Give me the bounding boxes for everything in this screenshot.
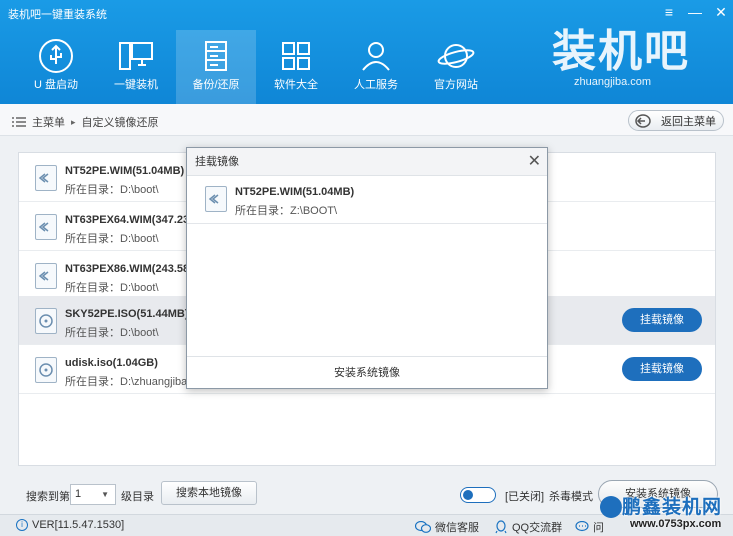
back-arrow-icon — [635, 113, 651, 128]
nav-label: 一键装机 — [114, 79, 158, 91]
iso-disc-icon — [35, 308, 57, 334]
qq-icon — [495, 520, 507, 534]
image-path: 所在目录：D:\boot\ — [65, 184, 159, 196]
list-icon — [12, 117, 26, 127]
image-name: SKY52PE.ISO(51.44MB) — [65, 308, 189, 320]
nav-label: 官方网站 — [434, 79, 478, 91]
image-path: 所在目录：D:\boot\ — [65, 327, 159, 339]
nav-label: 备份/还原 — [192, 79, 240, 91]
nav-software[interactable]: 软件大全 — [256, 30, 336, 104]
title-header: 装机吧一键重装系统 ≡ — ✕ U 盘启动 一键装机 备份/还原 软件大全 人工… — [0, 0, 733, 104]
nav-backup-restore[interactable]: 备份/还原 — [176, 30, 256, 104]
back-to-menu-button[interactable]: 返回主菜单 — [628, 110, 724, 131]
search-depth-label: 搜索到第 — [26, 491, 70, 503]
image-path: 所在目录：D:\boot\ — [65, 282, 159, 294]
image-name: NT63PEX64.WIM(347.23M — [65, 214, 199, 226]
image-name: NT52PE.WIM(51.04MB) — [65, 165, 185, 177]
nav-manual-service[interactable]: 人工服务 — [336, 30, 416, 104]
wechat-icon — [415, 521, 431, 533]
qq-group-link[interactable]: QQ交流群 — [494, 519, 562, 535]
nav-label: 人工服务 — [354, 79, 398, 91]
image-path: 所在目录：D:\boot\ — [65, 233, 159, 245]
bottom-toolbar: 搜索到第 1 ▼ 级目录 搜索本地镜像 [已关闭] 杀毒模式 安装系统镜像 — [0, 476, 733, 514]
breadcrumb: 主菜单 ▸ 自定义镜像还原 — [12, 114, 159, 130]
nav-label: 软件大全 — [274, 79, 318, 91]
install-system-image-button[interactable]: 安装系统镜像 — [598, 480, 718, 508]
qq-label: QQ交流群 — [512, 522, 563, 534]
wechat-support-link[interactable]: 微信客服 — [415, 519, 479, 535]
wechat-label: 微信客服 — [435, 522, 479, 534]
feedback-label: 问 — [593, 522, 604, 534]
dialog-install-button[interactable]: 安装系统镜像 — [187, 356, 547, 388]
version-text: VER[11.5.47.1530] — [32, 519, 125, 531]
chat-icon — [575, 521, 589, 532]
breadcrumb-bar: 主菜单 ▸ 自定义镜像还原 返回主菜单 — [0, 104, 733, 136]
mount-image-button[interactable]: 挂载镜像 — [622, 357, 702, 381]
wim-file-icon — [35, 214, 57, 240]
antivirus-toggle[interactable] — [460, 487, 496, 503]
feedback-link[interactable]: 问 — [575, 519, 604, 535]
mount-image-button[interactable]: 挂载镜像 — [622, 308, 702, 332]
main-nav: U 盘启动 一键装机 备份/还原 软件大全 人工服务 官方网站 — [16, 30, 496, 104]
server-icon — [205, 41, 227, 71]
antivirus-label: 杀毒模式 — [549, 491, 593, 503]
level-label: 级目录 — [121, 491, 154, 503]
dialog-title: 挂载镜像 — [187, 148, 547, 176]
app-title: 装机吧一键重装系统 — [8, 9, 107, 21]
chevron-down-icon: ▼ — [101, 490, 109, 499]
wim-file-icon — [205, 186, 227, 212]
nav-usb-boot[interactable]: U 盘启动 — [16, 30, 96, 104]
dialog-image-name: NT52PE.WIM(51.04MB) — [235, 186, 355, 198]
usb-icon — [39, 39, 73, 73]
breadcrumb-current: 自定义镜像还原 — [81, 117, 159, 129]
dialog-list-item[interactable]: NT52PE.WIM(51.04MB) 所在目录：Z:\BOOT\ — [187, 176, 547, 224]
iso-disc-icon — [35, 357, 57, 383]
dialog-image-path: 所在目录：Z:\BOOT\ — [235, 205, 338, 217]
version-info: i VER[11.5.47.1530] — [16, 519, 124, 531]
wim-file-icon — [35, 263, 57, 289]
antivirus-state: [已关闭] — [505, 491, 545, 503]
nav-one-click-install[interactable]: 一键装机 — [96, 30, 176, 104]
dialog-close-icon[interactable]: ✕ — [528, 152, 541, 172]
depth-value: 1 — [75, 488, 82, 500]
planet-icon — [437, 44, 475, 68]
brand-name: 装机吧 — [552, 26, 690, 77]
depth-select[interactable]: 1 ▼ — [70, 484, 116, 505]
mount-image-dialog: 挂载镜像 ✕ NT52PE.WIM(51.04MB) 所在目录：Z:\BOOT\… — [186, 147, 548, 389]
close-button[interactable]: ✕ — [710, 3, 732, 21]
brand-logo: 装机吧 zhuangjiba.com — [552, 28, 712, 98]
breadcrumb-separator-icon: ▸ — [71, 116, 76, 127]
info-icon: i — [16, 519, 28, 531]
nav-label: U 盘启动 — [34, 79, 78, 91]
computer-icon — [119, 42, 153, 70]
image-path: 所在目录：D:\zhuangjiba\ — [65, 376, 191, 388]
brand-url: zhuangjiba.com — [574, 76, 652, 88]
breadcrumb-home[interactable]: 主菜单 — [32, 114, 65, 130]
image-name: NT63PEX86.WIM(243.58M — [65, 263, 199, 275]
back-button-label: 返回主菜单 — [661, 115, 716, 128]
user-icon — [362, 42, 390, 71]
wim-file-icon — [35, 165, 57, 191]
status-bar: i VER[11.5.47.1530] 微信客服 QQ交流群 问 — [0, 514, 733, 536]
nav-official-site[interactable]: 官方网站 — [416, 30, 496, 104]
image-name: udisk.iso(1.04GB) — [65, 357, 158, 369]
menu-button[interactable]: ≡ — [658, 3, 680, 21]
search-local-images-button[interactable]: 搜索本地镜像 — [161, 481, 257, 505]
minimize-button[interactable]: — — [684, 3, 706, 21]
toggle-knob — [463, 490, 473, 500]
grid-icon — [282, 42, 310, 70]
